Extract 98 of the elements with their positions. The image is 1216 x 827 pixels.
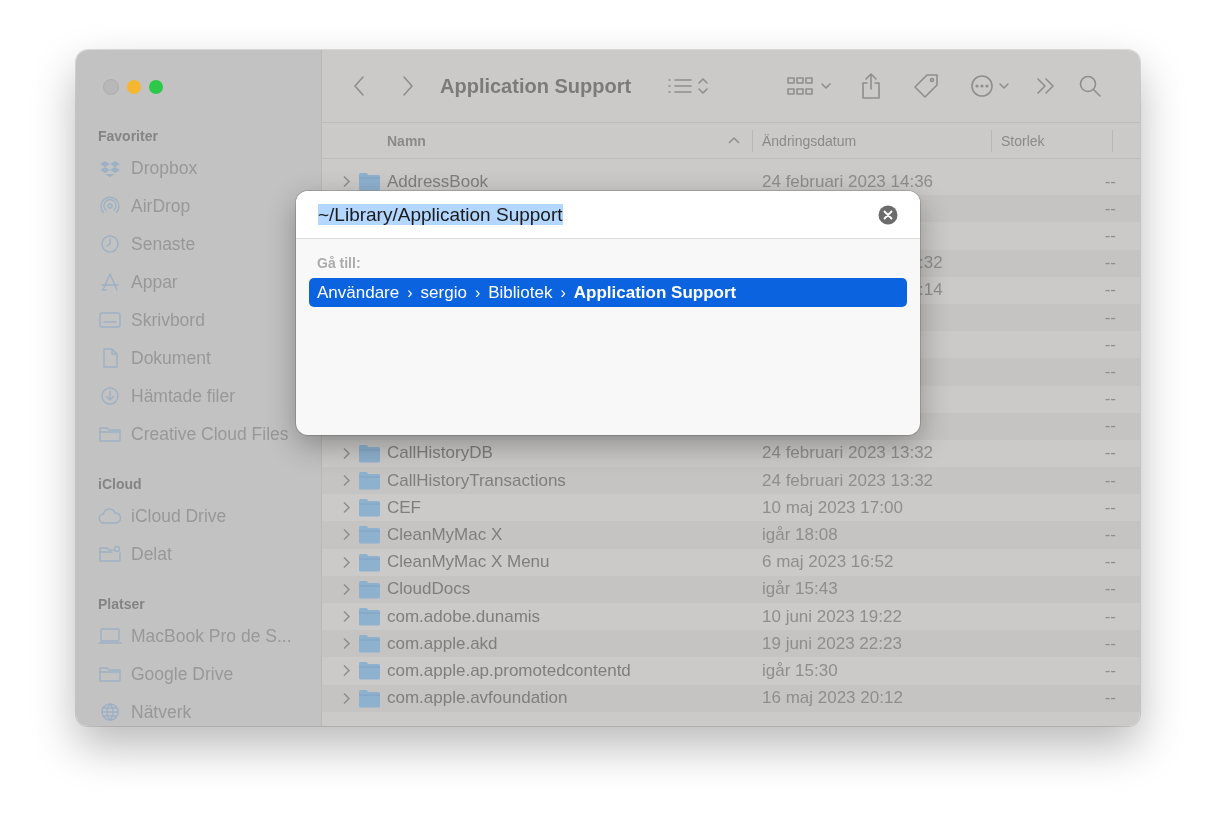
file-name[interactable]: CloudDocs bbox=[387, 579, 471, 600]
disclosure-chevron-icon[interactable] bbox=[342, 691, 351, 705]
document-icon bbox=[101, 348, 119, 368]
folder-icon bbox=[358, 688, 381, 708]
disclosure-chevron-icon[interactable] bbox=[342, 610, 351, 623]
clock-icon bbox=[100, 234, 120, 254]
section-heading: Favoriter bbox=[98, 127, 159, 146]
file-size: -- bbox=[1104, 443, 1116, 464]
folder-icon bbox=[99, 425, 121, 443]
section-heading: Platser bbox=[98, 595, 146, 614]
modified-date: 24 februari 2023 13:32 bbox=[762, 443, 934, 464]
folder-icon bbox=[358, 552, 381, 572]
modified-date: igår 15:30 bbox=[762, 660, 838, 681]
more-icon[interactable] bbox=[970, 74, 995, 98]
clear-icon[interactable] bbox=[878, 204, 898, 225]
disclosure-chevron-icon[interactable] bbox=[342, 474, 351, 488]
apps-icon bbox=[100, 272, 120, 292]
path-suggestion[interactable]: Användare › sergio › Bibliotek › Application Support bbox=[309, 278, 907, 307]
airdrop-icon bbox=[100, 196, 120, 216]
disclosure-chevron-icon[interactable] bbox=[342, 501, 351, 515]
disclosure-chevron-icon[interactable] bbox=[342, 555, 351, 569]
grid-view-icon[interactable] bbox=[786, 75, 815, 97]
disclosure-chevron-icon[interactable] bbox=[342, 664, 351, 678]
modified-date: 10 juni 2023 19:22 bbox=[762, 606, 902, 627]
double-chevron-icon[interactable] bbox=[1036, 76, 1057, 96]
file-name[interactable]: CEF bbox=[387, 497, 421, 518]
cloud-icon bbox=[98, 507, 122, 525]
back-icon[interactable] bbox=[353, 75, 365, 97]
folder-icon bbox=[358, 525, 381, 545]
file-size: -- bbox=[1104, 416, 1116, 437]
folder-icon bbox=[358, 634, 381, 654]
file-size: -- bbox=[1104, 389, 1116, 410]
shared-folder-icon bbox=[99, 545, 121, 563]
forward-icon[interactable] bbox=[402, 75, 414, 97]
file-size: -- bbox=[1104, 497, 1116, 518]
folder-icon bbox=[358, 498, 381, 518]
globe-icon bbox=[100, 702, 120, 722]
file-size: -- bbox=[1104, 361, 1116, 382]
folder-icon bbox=[358, 443, 381, 463]
file-size: -- bbox=[1104, 633, 1116, 654]
file-size: -- bbox=[1104, 198, 1116, 219]
modified-date: 24 februari 2023 14:36 bbox=[762, 171, 934, 192]
disclosure-chevron-icon[interactable] bbox=[342, 446, 351, 460]
file-name[interactable]: com.adobe.dunamis bbox=[387, 606, 541, 627]
file-size: -- bbox=[1104, 253, 1116, 274]
file-size: -- bbox=[1104, 688, 1116, 709]
file-size: -- bbox=[1104, 225, 1116, 246]
disclosure-chevron-icon[interactable] bbox=[342, 528, 351, 542]
column-header[interactable]: Storlek bbox=[1001, 123, 1045, 158]
desktop-icon bbox=[99, 311, 121, 329]
file-size: -- bbox=[1104, 579, 1116, 600]
disclosure-chevron-icon[interactable] bbox=[342, 175, 351, 188]
list-view-icon[interactable] bbox=[667, 76, 694, 96]
file-name[interactable]: CleanMyMac X bbox=[387, 525, 503, 546]
download-icon bbox=[100, 386, 120, 406]
folder-icon bbox=[358, 661, 381, 681]
folder-icon bbox=[358, 172, 381, 191]
folder-icon bbox=[358, 607, 381, 626]
folder-icon bbox=[358, 471, 381, 491]
search-icon[interactable] bbox=[1078, 74, 1103, 98]
up-down-chevron-icon[interactable] bbox=[697, 76, 710, 96]
file-size: -- bbox=[1104, 525, 1116, 546]
file-name[interactable]: CallHistoryTransactions bbox=[387, 470, 566, 491]
modified-date: 10 maj 2023 17:00 bbox=[762, 497, 903, 518]
column-header[interactable]: Ändringsdatum bbox=[762, 123, 857, 158]
file-size: -- bbox=[1104, 552, 1116, 573]
laptop-icon bbox=[98, 627, 122, 645]
file-name[interactable]: com.apple.ap.promotedcontentd bbox=[387, 660, 631, 681]
sort-chevron-icon[interactable] bbox=[728, 136, 740, 144]
file-name[interactable]: AddressBook bbox=[387, 171, 489, 192]
chevron-down-icon[interactable] bbox=[998, 81, 1011, 91]
section-heading: iCloud bbox=[98, 475, 143, 494]
zoom-button[interactable] bbox=[149, 79, 163, 94]
file-name[interactable]: CallHistoryDB bbox=[387, 443, 493, 464]
file-name[interactable]: com.apple.avfoundation bbox=[387, 688, 568, 709]
file-size: -- bbox=[1104, 606, 1116, 627]
file-size: -- bbox=[1104, 280, 1116, 301]
file-size: -- bbox=[1104, 307, 1116, 328]
tag-icon[interactable] bbox=[912, 72, 941, 100]
disclosure-chevron-icon[interactable] bbox=[342, 582, 351, 596]
file-name[interactable]: CleanMyMac X Menu bbox=[387, 552, 550, 573]
dropbox-icon bbox=[100, 159, 120, 177]
window-title: Application Support bbox=[440, 74, 632, 98]
section-label: Gå till: bbox=[317, 255, 362, 271]
column-header[interactable]: Namn bbox=[387, 123, 426, 158]
file-name[interactable]: com.apple.akd bbox=[387, 633, 498, 654]
file-size: -- bbox=[1104, 660, 1116, 681]
chevron-down-icon[interactable] bbox=[820, 81, 833, 91]
minimize-button[interactable] bbox=[127, 79, 141, 94]
file-size: -- bbox=[1104, 171, 1116, 192]
file-size: -- bbox=[1104, 470, 1116, 491]
file-size: -- bbox=[1104, 334, 1116, 355]
share-icon[interactable] bbox=[860, 72, 883, 100]
modified-date: 6 maj 2023 16:52 bbox=[762, 552, 894, 573]
folder-icon bbox=[99, 665, 121, 683]
folder-icon bbox=[358, 579, 381, 599]
modified-date: :14 bbox=[919, 280, 943, 301]
disclosure-chevron-icon[interactable] bbox=[342, 637, 351, 651]
